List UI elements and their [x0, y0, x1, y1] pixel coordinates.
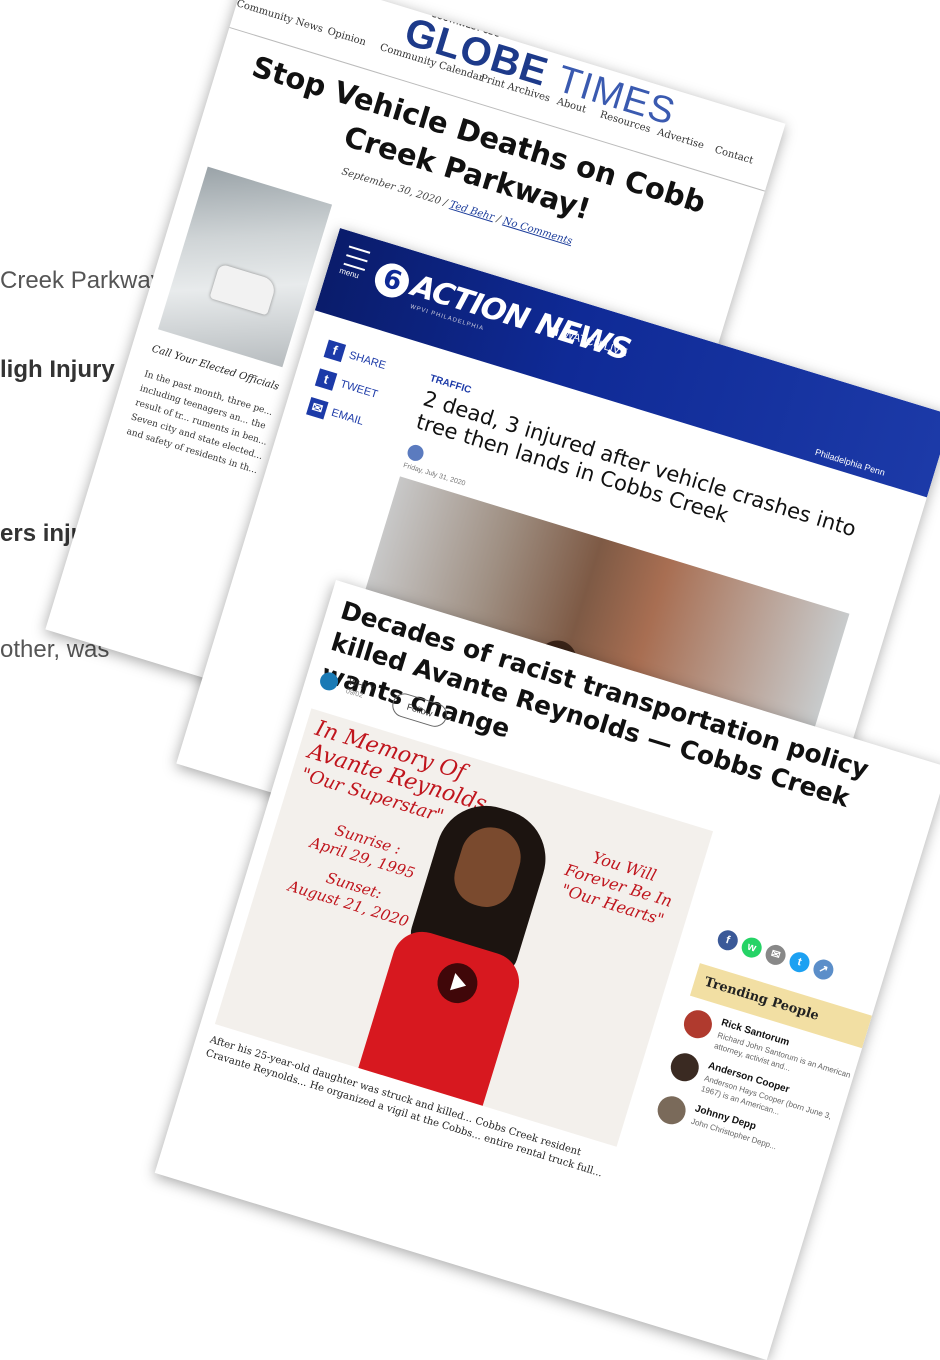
- tweet-label: TWEET: [338, 378, 380, 401]
- whatsapp-icon[interactable]: w: [739, 935, 765, 961]
- watch-live-icon: [548, 326, 560, 336]
- nav-contact[interactable]: Contact: [713, 144, 754, 166]
- share-icon[interactable]: ↗: [810, 957, 836, 983]
- memorial-forever-text: You Will Forever Be In "Our Hearts": [557, 841, 681, 931]
- share-facebook-button[interactable]: f SHARE: [323, 339, 388, 375]
- email-label: EMAIL: [329, 406, 366, 428]
- nav-community-news[interactable]: Community News: [235, 0, 324, 35]
- avatar: [667, 1049, 703, 1085]
- background-text-1: Creek Parkway: [0, 267, 163, 294]
- avatar: [654, 1092, 690, 1128]
- email-icon: ✉: [306, 397, 329, 420]
- share-twitter-button[interactable]: t TWEET: [314, 368, 380, 403]
- share-label: SHARE: [347, 349, 388, 372]
- byline-author-link[interactable]: Ted Behr: [448, 199, 495, 223]
- email-icon[interactable]: ✉: [763, 942, 789, 968]
- background-text-2: ligh Injury: [0, 356, 115, 383]
- nav-advertise[interactable]: Advertise: [656, 127, 705, 152]
- car-shape: [209, 263, 278, 316]
- channel-6-logo-icon: 6: [370, 258, 414, 302]
- nav-about[interactable]: About: [555, 96, 587, 115]
- city-links[interactable]: Philadelphia Penn: [814, 447, 886, 478]
- avatar: [680, 1006, 716, 1042]
- twitter-icon[interactable]: t: [787, 949, 812, 975]
- facebook-icon: f: [323, 339, 347, 363]
- nav-resources[interactable]: Resources: [598, 109, 651, 135]
- nav-opinion[interactable]: Opinion: [326, 26, 367, 48]
- share-email-button[interactable]: ✉ EMAIL: [306, 397, 366, 431]
- author-avatar: [405, 442, 426, 463]
- facebook-icon[interactable]: f: [715, 927, 741, 953]
- twitter-icon: t: [314, 368, 338, 391]
